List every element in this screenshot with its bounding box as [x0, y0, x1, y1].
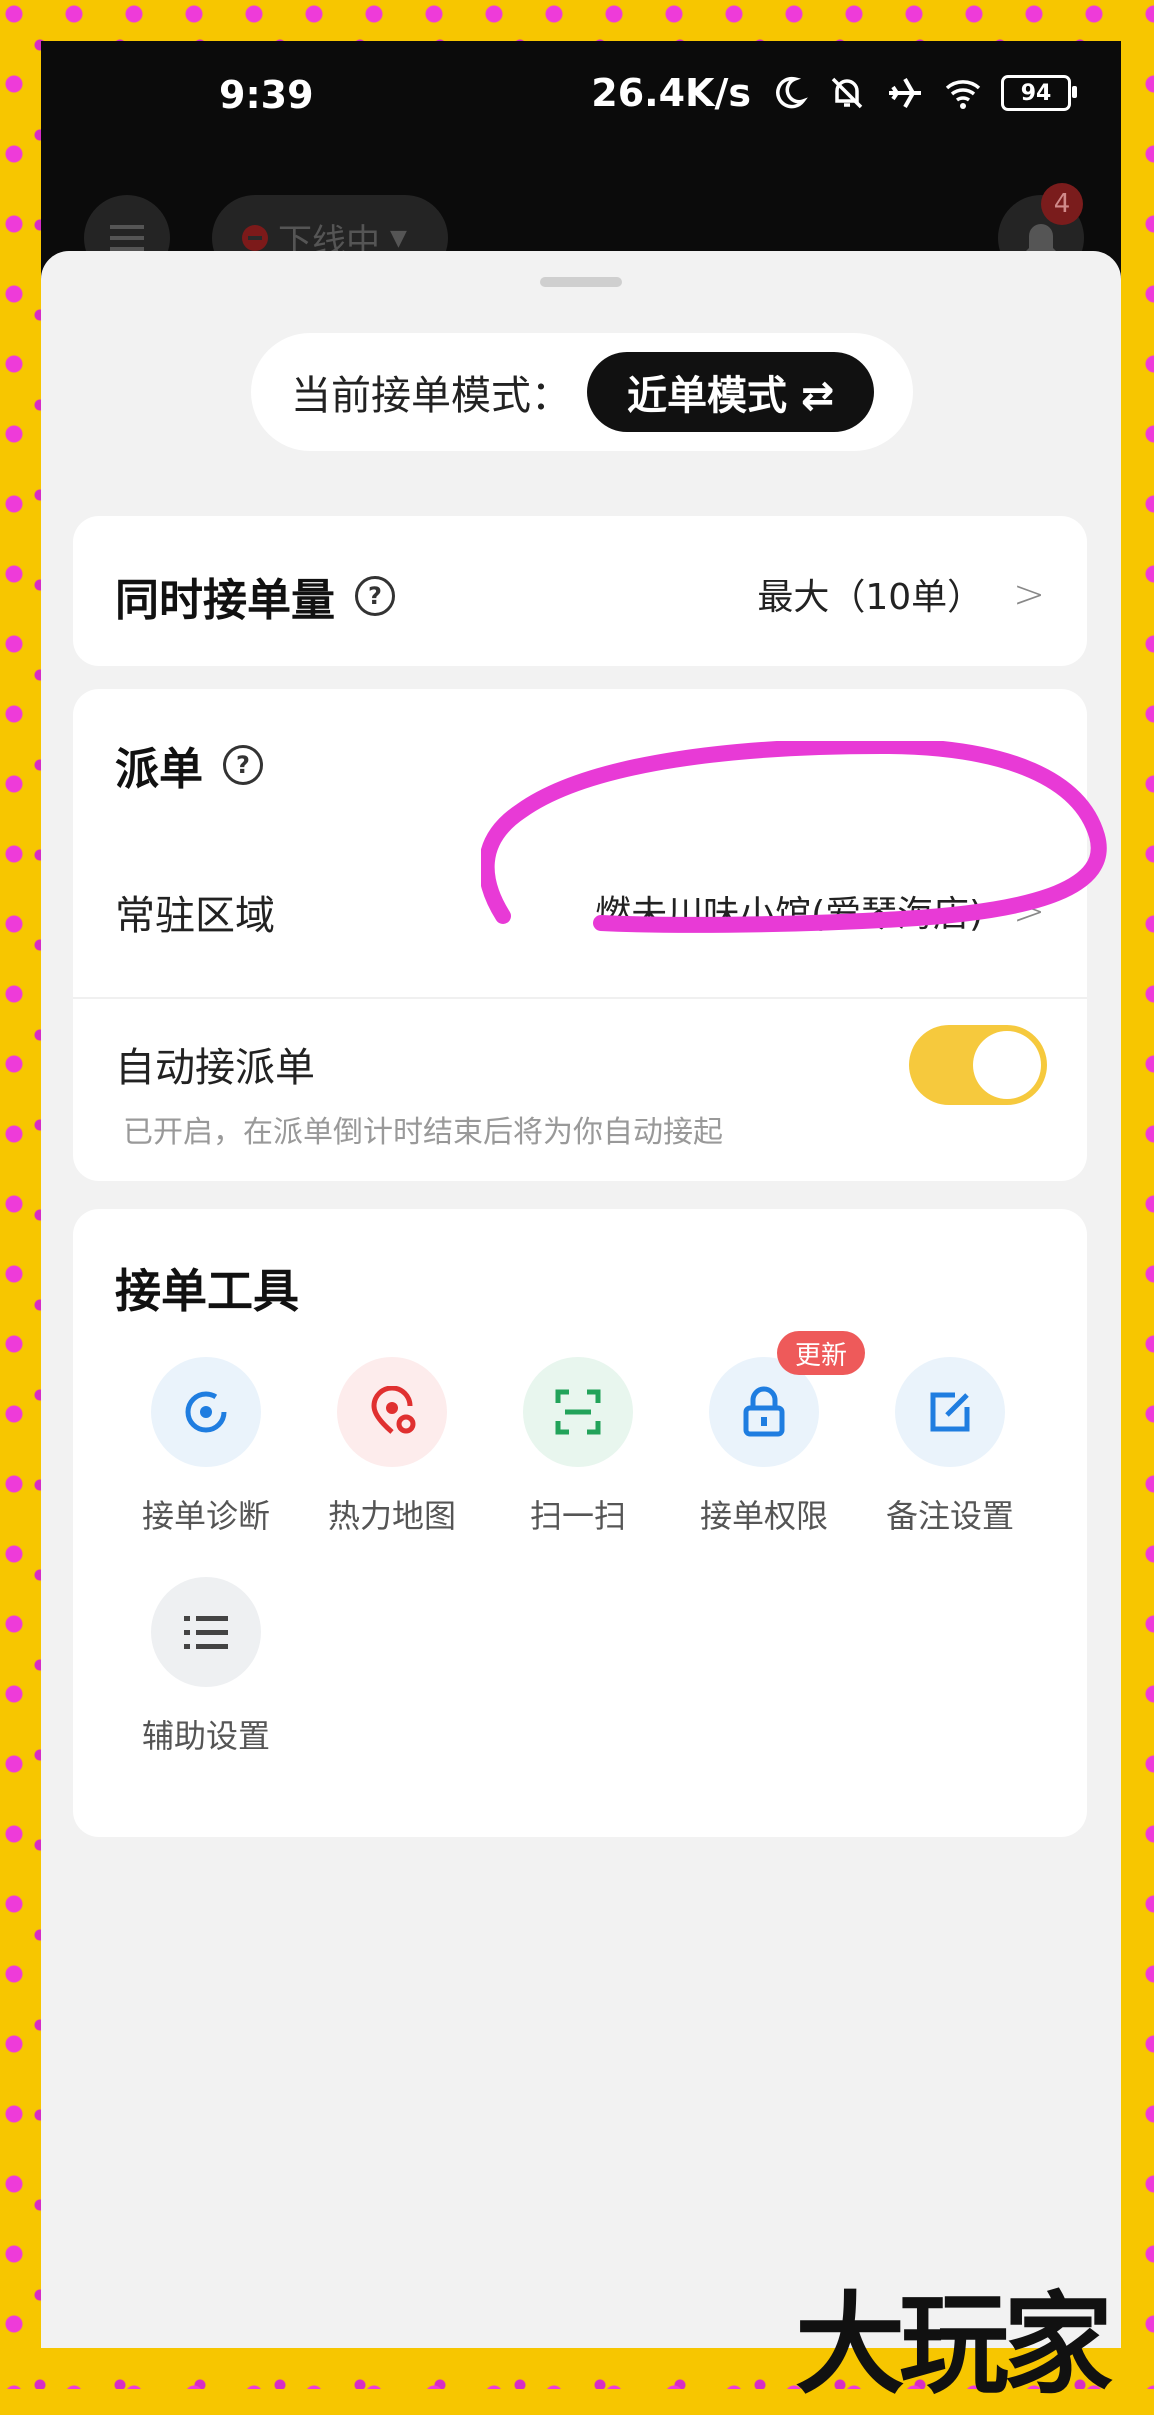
order-mode-value: 近单模式 ⇄	[627, 373, 835, 419]
concurrent-orders-value: 最大（10单）	[757, 577, 984, 618]
tool-note-settings[interactable]: 备注设置	[875, 1357, 1025, 1537]
tool-assist-settings[interactable]: 辅助设置	[131, 1577, 281, 1757]
concurrent-orders-title-wrap: 同时接单量 ?	[115, 564, 395, 628]
concurrent-orders-row[interactable]: 同时接单量 ? 最大（10单） >	[73, 516, 1087, 666]
tool-scan[interactable]: 扫一扫	[503, 1357, 653, 1537]
tool-label: 扫一扫	[529, 1497, 626, 1535]
help-icon[interactable]: ?	[355, 576, 395, 616]
divider	[73, 997, 1087, 999]
auto-accept-toggle[interactable]	[909, 1025, 1047, 1105]
list-settings-icon	[151, 1577, 261, 1687]
order-tools-card: 接单工具 接单诊断 热力地图 扫一扫 接单权限 更新 备注设置 辅助设置	[73, 1209, 1087, 1837]
network-speed: 26.4K/s	[591, 71, 751, 115]
menu-icon	[110, 225, 144, 251]
order-mode-label: 当前接单模式：	[291, 373, 571, 419]
status-time: 9:39	[219, 73, 314, 117]
offline-status-icon	[242, 225, 268, 251]
battery-level: 94	[1020, 80, 1052, 106]
tool-order-diagnosis[interactable]: 接单诊断	[131, 1357, 281, 1537]
airplane-icon	[889, 78, 921, 108]
scan-icon	[523, 1357, 633, 1467]
help-icon[interactable]: ?	[223, 745, 263, 785]
concurrent-orders-value-wrap: 最大（10单） >	[757, 568, 1045, 620]
order-settings-sheet: 当前接单模式： 近单模式 ⇄ 同时接单量 ? 最大（10单） > 派单 ? 常驻…	[41, 251, 1121, 2348]
tool-label: 备注设置	[885, 1497, 1014, 1535]
chevron-right-icon: >	[1013, 889, 1045, 933]
watermark-logo: 大玩家	[795, 2280, 1113, 2409]
tool-label: 辅助设置	[141, 1717, 270, 1755]
notification-count-badge: 4	[1041, 183, 1083, 225]
auto-accept-description: 已开启，在派单倒计时结束后将为你自动接起	[123, 1115, 723, 1150]
dispatch-title: 派单	[115, 744, 203, 795]
mute-icon	[831, 77, 863, 109]
new-update-badge: 更新	[777, 1331, 865, 1375]
battery-indicator: 94	[1001, 75, 1077, 111]
concurrent-orders-title: 同时接单量	[115, 575, 335, 626]
wifi-icon	[945, 80, 981, 109]
resident-area-row[interactable]: 燃未川味小馆(爱琴海店) >	[595, 885, 1045, 937]
chevron-right-icon: >	[1013, 572, 1045, 616]
tool-label: 接单诊断	[141, 1497, 270, 1535]
tool-heat-map[interactable]: 热力地图	[317, 1357, 467, 1537]
resident-area-label: 常驻区域	[115, 893, 275, 939]
order-tools-title: 接单工具	[115, 1264, 299, 1318]
resident-area-value: 燃未川味小馆(爱琴海店)	[595, 894, 984, 935]
sheet-drag-handle[interactable]	[540, 277, 622, 287]
dispatch-title-wrap: 派单 ?	[115, 733, 263, 797]
auto-accept-label: 自动接派单	[115, 1045, 315, 1091]
caret-down-icon: ▼	[390, 225, 407, 251]
tool-order-permission[interactable]: 接单权限	[689, 1357, 839, 1537]
status-icons: 26.4K/s 94	[591, 71, 1077, 115]
tool-label: 热力地图	[327, 1497, 456, 1535]
order-mode-switch-button[interactable]: 近单模式 ⇄	[587, 352, 875, 432]
diagnosis-icon	[151, 1357, 261, 1467]
phone-screen: 9:39 26.4K/s 94 下线中 ▼ 4 当前接单模式： 近单模式 ⇄ 同…	[41, 41, 1121, 2348]
dispatch-card: 派单 ? 常驻区域 燃未川味小馆(爱琴海店) > 自动接派单 已开启，在派单倒计…	[73, 689, 1087, 1181]
edit-note-icon	[895, 1357, 1005, 1467]
tool-label: 接单权限	[699, 1497, 828, 1535]
status-bar: 9:39 26.4K/s 94	[41, 41, 1121, 161]
moon-icon	[776, 76, 808, 109]
heatmap-icon	[337, 1357, 447, 1467]
toggle-knob	[973, 1031, 1041, 1099]
order-mode-bar: 当前接单模式： 近单模式 ⇄	[251, 333, 913, 451]
